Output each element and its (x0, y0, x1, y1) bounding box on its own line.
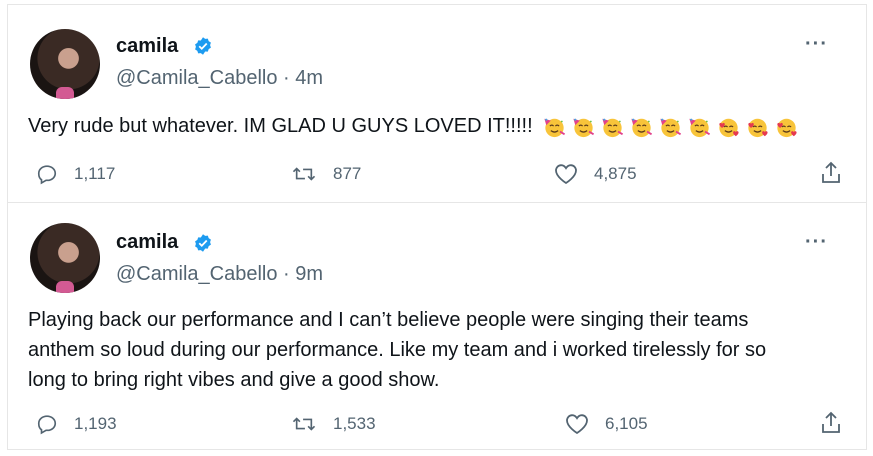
tweet-text-content: Very rude but whatever. IM GLAD U GUYS L… (28, 115, 533, 137)
handle-time: @Camila_Cabello · 4m (116, 67, 323, 90)
share-button[interactable] (820, 161, 858, 185)
smiling-face-with-hearts-emoji-icon (777, 118, 797, 137)
reply-icon (37, 415, 57, 435)
avatar[interactable] (30, 29, 100, 99)
reply-button[interactable]: 1,117 (36, 163, 115, 185)
emoji-row (538, 115, 799, 137)
share-icon (822, 411, 840, 433)
retweet-icon (292, 167, 316, 181)
retweet-button[interactable]: 1,533 (291, 413, 376, 435)
like-count: 6,105 (605, 414, 648, 433)
tweet-text-line: Playing back our performance and I can’t… (28, 309, 749, 331)
like-button[interactable]: 6,105 (565, 413, 648, 435)
like-count: 4,875 (594, 164, 637, 183)
more-options-button[interactable]: ··· (805, 33, 828, 56)
reply-icon (37, 165, 57, 185)
verified-badge-icon (195, 234, 211, 252)
verified-badge-icon (195, 37, 211, 55)
reply-count: 1,193 (74, 414, 117, 433)
avatar[interactable] (30, 223, 100, 293)
share-icon (822, 161, 840, 183)
more-options-button[interactable]: ··· (805, 231, 828, 254)
retweet-count: 1,533 (333, 414, 376, 433)
partying-face-emoji-icon (602, 118, 624, 137)
display-name[interactable]: camila (116, 35, 178, 58)
handle[interactable]: @Camila_Cabello (116, 67, 277, 89)
tweet-feed: camila @Camila_Cabello · 4m ··· Very rud… (7, 4, 867, 450)
smiling-face-with-hearts-emoji-icon (719, 118, 739, 137)
retweet-count: 877 (333, 164, 362, 183)
retweet-button[interactable]: 877 (291, 163, 361, 185)
partying-face-emoji-icon (544, 118, 566, 137)
partying-face-emoji-icon (689, 118, 711, 137)
heart-icon (566, 414, 588, 435)
separator: · (283, 263, 290, 285)
timestamp[interactable]: 4m (295, 67, 323, 89)
separator: · (283, 67, 290, 89)
timestamp[interactable]: 9m (295, 263, 323, 285)
tweet-text-line: anthem so loud during our performance. L… (28, 339, 767, 361)
tweet-text: Playing back our performance and I can’t… (28, 305, 766, 395)
tweet-1[interactable]: camila @Camila_Cabello · 4m ··· Very rud… (8, 5, 866, 202)
reply-count: 1,117 (74, 164, 116, 183)
tweet-text-line: long to bring right vibes and give a goo… (28, 369, 440, 391)
handle[interactable]: @Camila_Cabello (116, 263, 277, 285)
share-button[interactable] (820, 411, 858, 435)
partying-face-emoji-icon (660, 118, 682, 137)
display-name[interactable]: camila (116, 231, 178, 254)
tweet-text: Very rude but whatever. IM GLAD U GUYS L… (28, 111, 799, 141)
partying-face-emoji-icon (573, 118, 595, 137)
tweet-2[interactable]: camila @Camila_Cabello · 9m ··· Playing … (8, 203, 866, 449)
reply-button[interactable]: 1,193 (36, 413, 117, 435)
partying-face-emoji-icon (631, 118, 653, 137)
smiling-face-with-hearts-emoji-icon (748, 118, 768, 137)
retweet-icon (292, 417, 316, 431)
handle-time: @Camila_Cabello · 9m (116, 263, 323, 286)
like-button[interactable]: 4,875 (554, 163, 637, 185)
heart-icon (555, 164, 577, 185)
